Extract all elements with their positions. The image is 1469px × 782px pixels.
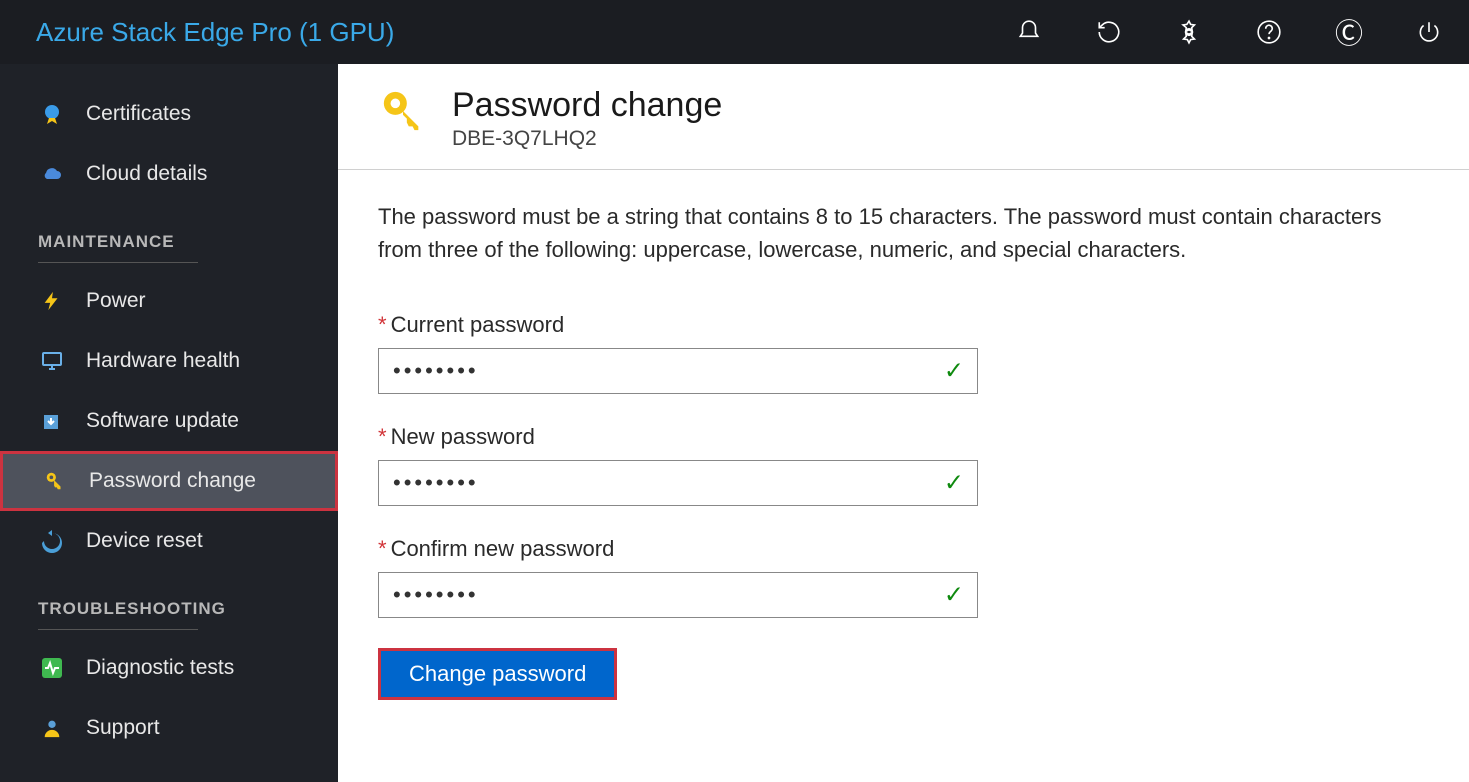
- refresh-icon[interactable]: [1069, 0, 1149, 64]
- sidebar-item-certificates[interactable]: Certificates: [0, 84, 338, 144]
- new-password-group: *New password ✓: [378, 424, 1429, 506]
- sidebar-item-diagnostic-tests[interactable]: Diagnostic tests: [0, 638, 338, 698]
- sidebar-item-label: Diagnostic tests: [86, 656, 234, 680]
- confirm-password-label: *Confirm new password: [378, 536, 1429, 562]
- sidebar-item-label: Power: [86, 289, 146, 313]
- new-password-input[interactable]: [378, 460, 978, 506]
- page-header: Password change DBE-3Q7LHQ2: [338, 64, 1469, 170]
- person-icon: [38, 714, 66, 742]
- sidebar-item-hardware-health[interactable]: Hardware health: [0, 331, 338, 391]
- sidebar-item-label: Device reset: [86, 529, 203, 553]
- sidebar-item-power[interactable]: Power: [0, 271, 338, 331]
- certificate-icon: [38, 100, 66, 128]
- main-content: Password change DBE-3Q7LHQ2 The password…: [338, 64, 1469, 782]
- sidebar-item-password-change[interactable]: Password change: [0, 451, 338, 511]
- new-password-label: *New password: [378, 424, 1429, 450]
- section-divider: [38, 629, 198, 630]
- monitor-icon: [38, 347, 66, 375]
- checkmark-icon: ✓: [944, 581, 964, 610]
- sidebar-item-label: Support: [86, 716, 160, 740]
- password-requirements: The password must be a string that conta…: [378, 200, 1429, 266]
- sidebar-item-label: Hardware health: [86, 349, 240, 373]
- change-password-button[interactable]: Change password: [378, 648, 617, 700]
- sidebar-item-label: Software update: [86, 409, 239, 433]
- confirm-password-input[interactable]: [378, 572, 978, 618]
- app-title[interactable]: Azure Stack Edge Pro (1 GPU): [36, 17, 394, 48]
- sidebar-item-software-update[interactable]: Software update: [0, 391, 338, 451]
- confirm-password-group: *Confirm new password ✓: [378, 536, 1429, 618]
- sidebar-section-maintenance: MAINTENANCE: [0, 204, 338, 256]
- section-divider: [38, 262, 198, 263]
- device-id: DBE-3Q7LHQ2: [452, 127, 722, 151]
- update-icon: [38, 407, 66, 435]
- settings-icon[interactable]: [1149, 0, 1229, 64]
- sidebar-item-label: Certificates: [86, 102, 191, 126]
- sidebar-item-cloud-details[interactable]: Cloud details: [0, 144, 338, 204]
- sidebar-item-device-reset[interactable]: Device reset: [0, 511, 338, 571]
- top-bar: Azure Stack Edge Pro (1 GPU) Ⓒ: [0, 0, 1469, 64]
- current-password-group: *Current password ✓: [378, 312, 1429, 394]
- key-icon: [378, 86, 428, 136]
- current-password-label: *Current password: [378, 312, 1429, 338]
- sidebar-item-support[interactable]: Support: [0, 698, 338, 758]
- power-icon[interactable]: [1389, 0, 1469, 64]
- sidebar: Certificates Cloud details MAINTENANCE P…: [0, 64, 338, 782]
- lightning-icon: [38, 287, 66, 315]
- heartbeat-icon: [38, 654, 66, 682]
- top-bar-actions: Ⓒ: [989, 0, 1469, 64]
- sidebar-section-troubleshooting: TROUBLESHOOTING: [0, 571, 338, 623]
- checkmark-icon: ✓: [944, 357, 964, 386]
- notifications-icon[interactable]: [989, 0, 1069, 64]
- key-icon: [41, 467, 69, 495]
- current-password-input[interactable]: [378, 348, 978, 394]
- sidebar-item-label: Password change: [89, 469, 256, 493]
- checkmark-icon: ✓: [944, 469, 964, 498]
- reset-icon: [38, 527, 66, 555]
- cloud-icon: [38, 160, 66, 188]
- sidebar-item-label: Cloud details: [86, 162, 207, 186]
- help-icon[interactable]: [1229, 0, 1309, 64]
- copyright-icon[interactable]: Ⓒ: [1309, 0, 1389, 64]
- page-title: Password change: [452, 86, 722, 125]
